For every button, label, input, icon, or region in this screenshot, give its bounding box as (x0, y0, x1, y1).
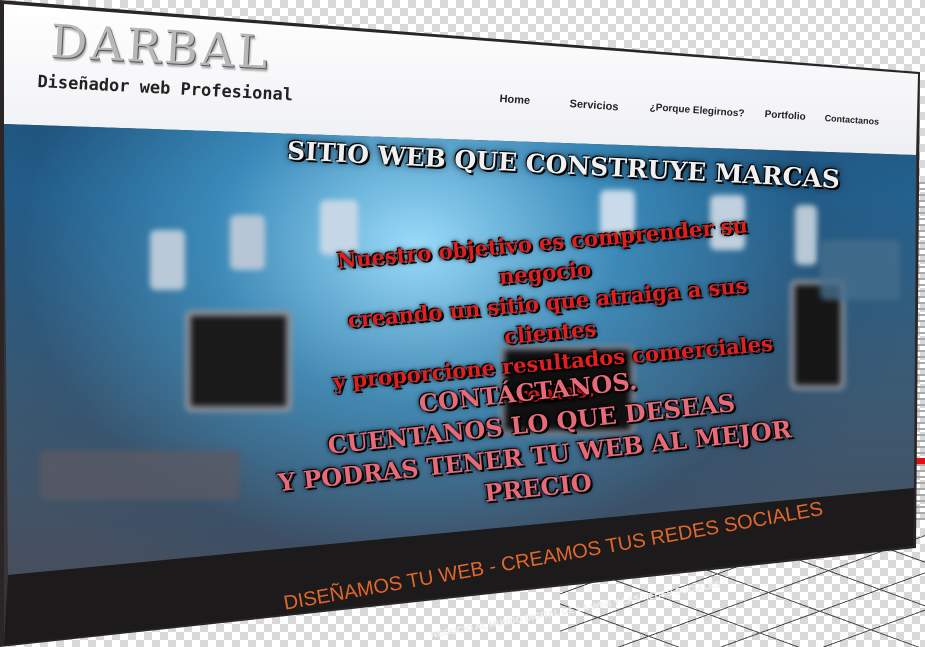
brand-logo[interactable]: DARBAL (49, 14, 272, 79)
monitor-image (795, 205, 817, 265)
monitor-image (150, 230, 185, 290)
monitor-image (230, 215, 265, 270)
desk-image (40, 450, 240, 500)
monitor-image (185, 310, 292, 412)
nav-item-home[interactable]: Home (499, 93, 530, 107)
desk-image (820, 240, 900, 300)
